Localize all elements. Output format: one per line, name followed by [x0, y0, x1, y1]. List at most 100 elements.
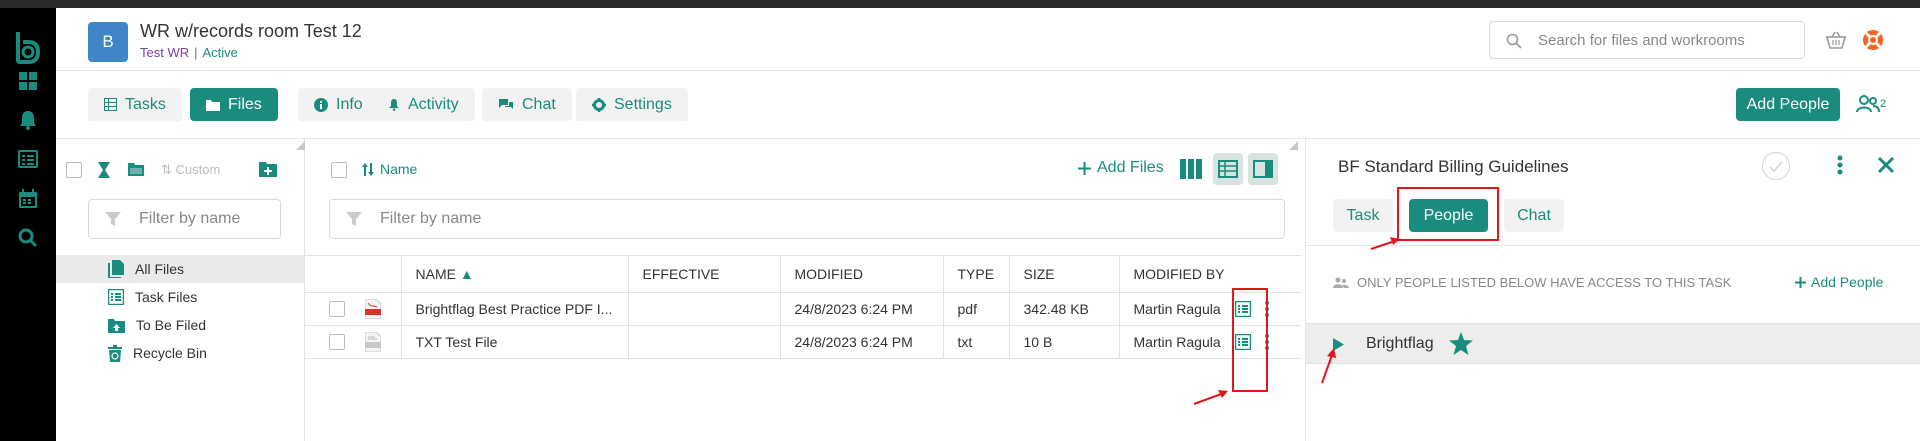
- sort-label: Name: [380, 161, 418, 177]
- files-icon: [108, 260, 124, 278]
- columns-icon: [1180, 159, 1202, 179]
- panel-resize-corner[interactable]: [1289, 141, 1298, 150]
- add-people-button[interactable]: Add People: [1736, 88, 1840, 121]
- chat-icon: [499, 99, 513, 109]
- tree-item-label: To Be Filed: [136, 317, 207, 333]
- file-modified: 24/8/2023 6:24 PM: [779, 292, 944, 326]
- table-view-icon: [1218, 160, 1238, 178]
- folder-filter-input[interactable]: [139, 200, 270, 238]
- tab-label: Settings: [614, 95, 672, 113]
- file-effective: [627, 325, 781, 359]
- select-all-checkbox[interactable]: [66, 162, 82, 178]
- more-vertical-icon[interactable]: [1837, 155, 1843, 175]
- file-size: 10 B: [1008, 325, 1120, 359]
- check-icon: [1769, 161, 1783, 172]
- people-count[interactable]: 2: [1856, 95, 1886, 113]
- detail-tab-task[interactable]: Task: [1333, 199, 1393, 232]
- star-icon[interactable]: [1449, 332, 1473, 355]
- table-icon: [104, 98, 117, 111]
- column-header-modified[interactable]: MODIFIED: [779, 255, 944, 293]
- column-header-size[interactable]: SIZE: [1008, 255, 1120, 293]
- global-search[interactable]: [1489, 21, 1805, 59]
- users-icon: [1856, 95, 1880, 113]
- file-name[interactable]: Brightflag Best Practice PDF I...: [416, 301, 614, 317]
- brightflag-logo[interactable]: [14, 30, 42, 64]
- calendar-icon[interactable]: [17, 188, 39, 210]
- workroom-tabs: Tasks Files Info Activity Chat Settings …: [56, 71, 1920, 139]
- table-row[interactable]: TXT Test File 24/8/2023 6:24 PM txt 10 B…: [305, 325, 1301, 359]
- row-checkbox[interactable]: [329, 301, 345, 317]
- tree-item-all-files[interactable]: All Files: [56, 255, 304, 283]
- column-header-name[interactable]: NAME ▲: [400, 255, 629, 293]
- tree-item-task-files[interactable]: Task Files: [56, 283, 304, 311]
- add-people-link-label: Add People: [1811, 274, 1884, 290]
- bell-icon[interactable]: [17, 109, 39, 131]
- info-icon: [314, 97, 328, 112]
- tree-item-recycle-bin[interactable]: Recycle Bin: [56, 339, 304, 367]
- tab-chat[interactable]: Chat: [482, 88, 572, 121]
- subtitle-separator: |: [194, 45, 198, 60]
- txt-file-icon: [365, 332, 381, 352]
- tree-item-to-be-filed[interactable]: To Be Filed: [56, 311, 304, 339]
- new-folder-icon[interactable]: [258, 161, 278, 178]
- workroom-avatar: B: [88, 22, 128, 62]
- detail-tab-chat[interactable]: Chat: [1504, 199, 1564, 232]
- add-files-button[interactable]: Add Files: [1078, 159, 1164, 177]
- filter-icon: [105, 212, 121, 226]
- basket-icon[interactable]: [1825, 30, 1847, 50]
- custom-sort[interactable]: ⇅ Custom: [161, 162, 220, 178]
- hourglass-icon[interactable]: [97, 161, 111, 179]
- tab-tasks[interactable]: Tasks: [88, 88, 182, 121]
- table-row[interactable]: Brightflag Best Practice PDF I... 24/8/2…: [305, 292, 1301, 326]
- folder-panel: ⇅ Custom All Files Task Files To Be File…: [56, 139, 305, 441]
- window-top-strip: [0, 0, 1920, 8]
- list-icon[interactable]: [17, 148, 39, 170]
- tree-item-label: All Files: [135, 261, 185, 277]
- tab-files[interactable]: Files: [190, 88, 278, 121]
- people-group-row[interactable]: Brightflag: [1306, 323, 1920, 364]
- column-header-effective[interactable]: EFFECTIVE: [627, 255, 781, 293]
- dashboard-icon[interactable]: [17, 70, 39, 92]
- client-name[interactable]: Test WR: [140, 45, 189, 60]
- file-effective: [627, 292, 781, 326]
- columns-view-button[interactable]: [1176, 153, 1206, 185]
- app-rail: [0, 8, 56, 441]
- sort-icon: [362, 162, 374, 176]
- complete-task-button[interactable]: [1762, 152, 1790, 180]
- row-checkbox[interactable]: [329, 334, 345, 350]
- tab-activity[interactable]: Activity: [372, 88, 475, 121]
- files-filter[interactable]: [329, 199, 1285, 239]
- file-modified: 24/8/2023 6:24 PM: [779, 325, 944, 359]
- close-icon[interactable]: [1877, 156, 1895, 174]
- status-badge: Active: [202, 45, 238, 60]
- split-view-button[interactable]: [1248, 153, 1278, 185]
- files-table: NAME ▲ EFFECTIVE MODIFIED TYPE SIZE MODI…: [305, 255, 1301, 359]
- search-icon: [1506, 33, 1522, 49]
- select-all-files-checkbox[interactable]: [331, 162, 347, 178]
- sort-by-name[interactable]: Name: [362, 161, 417, 177]
- task-title: BF Standard Billing Guidelines: [1338, 157, 1569, 176]
- panel-resize-corner[interactable]: [296, 141, 305, 150]
- tab-label: Info: [336, 95, 363, 113]
- file-name[interactable]: TXT Test File: [416, 334, 614, 350]
- annotation-box-task-icons: [1232, 288, 1268, 392]
- annotation-arrow: [1370, 237, 1400, 250]
- folder-open-icon[interactable]: [127, 161, 145, 177]
- file-type: txt: [942, 325, 1010, 359]
- add-people-link[interactable]: Add People: [1795, 274, 1883, 290]
- annotation-box-people-tab: [1397, 187, 1499, 241]
- search-input[interactable]: [1538, 22, 1798, 58]
- folder-filter[interactable]: [88, 199, 281, 239]
- workroom-header: B WR w/records room Test 12 Test WR | Acti…: [56, 8, 1920, 71]
- files-filter-input[interactable]: [380, 200, 1274, 238]
- plus-icon: [1078, 161, 1091, 175]
- tab-settings[interactable]: Settings: [576, 88, 688, 121]
- tab-label: Chat: [522, 95, 556, 113]
- column-header-modified-by[interactable]: MODIFIED BY: [1118, 255, 1301, 293]
- tab-info[interactable]: Info: [298, 88, 379, 121]
- search-icon[interactable]: [17, 227, 39, 249]
- filter-icon: [346, 212, 362, 226]
- help-lifebuoy-icon[interactable]: [1861, 28, 1885, 52]
- column-header-type[interactable]: TYPE: [942, 255, 1010, 293]
- table-view-button[interactable]: [1213, 153, 1243, 185]
